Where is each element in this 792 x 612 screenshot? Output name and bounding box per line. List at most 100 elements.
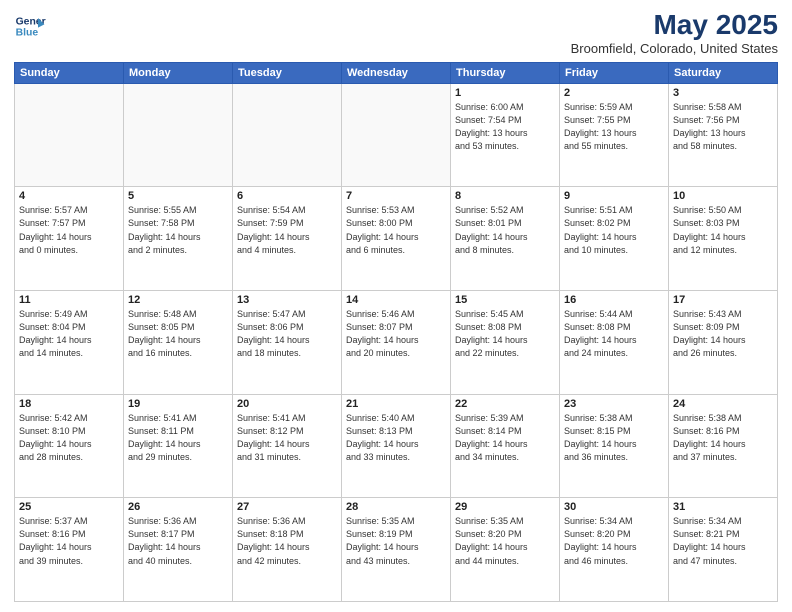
day-info: Sunrise: 5:50 AM Sunset: 8:03 PM Dayligh… — [673, 204, 773, 256]
calendar-week-row: 1 Sunrise: 6:00 AM Sunset: 7:54 PM Daylig… — [15, 83, 778, 187]
day-info: Sunrise: 5:53 AM Sunset: 8:00 PM Dayligh… — [346, 204, 446, 256]
calendar-cell — [342, 83, 451, 187]
calendar-cell: 7 Sunrise: 5:53 AM Sunset: 8:00 PM Daylig… — [342, 187, 451, 291]
day-info: Sunrise: 5:42 AM Sunset: 8:10 PM Dayligh… — [19, 412, 119, 464]
day-info: Sunrise: 5:41 AM Sunset: 8:12 PM Dayligh… — [237, 412, 337, 464]
calendar-cell: 19 Sunrise: 5:41 AM Sunset: 8:11 PM Dayli… — [124, 394, 233, 498]
day-number: 11 — [19, 294, 119, 306]
day-info: Sunrise: 5:45 AM Sunset: 8:08 PM Dayligh… — [455, 308, 555, 360]
calendar-cell: 27 Sunrise: 5:36 AM Sunset: 8:18 PM Dayli… — [233, 498, 342, 602]
calendar-title: May 2025 — [571, 10, 778, 41]
calendar-cell: 11Sunrise: 5:49 AM Sunset: 8:04 PM Dayli… — [15, 291, 124, 395]
day-number: 22 — [455, 398, 555, 410]
day-number: 2 — [564, 87, 664, 99]
day-info: Sunrise: 5:46 AM Sunset: 8:07 PM Dayligh… — [346, 308, 446, 360]
day-number: 23 — [564, 398, 664, 410]
day-info: Sunrise: 5:38 AM Sunset: 8:16 PM Dayligh… — [673, 412, 773, 464]
day-info: Sunrise: 5:44 AM Sunset: 8:08 PM Dayligh… — [564, 308, 664, 360]
day-number: 1 — [455, 87, 555, 99]
calendar-cell: 5 Sunrise: 5:55 AM Sunset: 7:58 PM Daylig… — [124, 187, 233, 291]
day-number: 14 — [346, 294, 446, 306]
day-number: 30 — [564, 501, 664, 513]
calendar-cell: 12Sunrise: 5:48 AM Sunset: 8:05 PM Dayli… — [124, 291, 233, 395]
col-sunday: Sunday — [15, 62, 124, 83]
calendar-cell: 15 Sunrise: 5:45 AM Sunset: 8:08 PM Dayli… — [451, 291, 560, 395]
day-number: 24 — [673, 398, 773, 410]
calendar-week-row: 11Sunrise: 5:49 AM Sunset: 8:04 PM Dayli… — [15, 291, 778, 395]
col-saturday: Saturday — [669, 62, 778, 83]
day-info: Sunrise: 5:54 AM Sunset: 7:59 PM Dayligh… — [237, 204, 337, 256]
day-number: 29 — [455, 501, 555, 513]
svg-text:Blue: Blue — [16, 28, 39, 39]
day-info: Sunrise: 5:34 AM Sunset: 8:20 PM Dayligh… — [564, 515, 664, 567]
day-info: Sunrise: 5:43 AM Sunset: 8:09 PM Dayligh… — [673, 308, 773, 360]
day-info: Sunrise: 5:55 AM Sunset: 7:58 PM Dayligh… — [128, 204, 228, 256]
day-info: Sunrise: 5:37 AM Sunset: 8:16 PM Dayligh… — [19, 515, 119, 567]
title-block: May 2025 Broomfield, Colorado, United St… — [571, 10, 778, 56]
day-number: 3 — [673, 87, 773, 99]
calendar-cell: 25 Sunrise: 5:37 AM Sunset: 8:16 PM Dayli… — [15, 498, 124, 602]
day-info: Sunrise: 5:36 AM Sunset: 8:18 PM Dayligh… — [237, 515, 337, 567]
calendar-cell: 2 Sunrise: 5:59 AM Sunset: 7:55 PM Daylig… — [560, 83, 669, 187]
calendar-cell: 9Sunrise: 5:51 AM Sunset: 8:02 PM Daylig… — [560, 187, 669, 291]
day-number: 9 — [564, 190, 664, 202]
calendar-cell: 17 Sunrise: 5:43 AM Sunset: 8:09 PM Dayli… — [669, 291, 778, 395]
calendar-cell: 8 Sunrise: 5:52 AM Sunset: 8:01 PM Daylig… — [451, 187, 560, 291]
col-wednesday: Wednesday — [342, 62, 451, 83]
calendar-cell: 21 Sunrise: 5:40 AM Sunset: 8:13 PM Dayli… — [342, 394, 451, 498]
logo: General Blue — [14, 10, 48, 42]
calendar-cell: 6 Sunrise: 5:54 AM Sunset: 7:59 PM Daylig… — [233, 187, 342, 291]
calendar-cell: 10 Sunrise: 5:50 AM Sunset: 8:03 PM Dayli… — [669, 187, 778, 291]
logo-icon: General Blue — [14, 10, 46, 42]
day-number: 7 — [346, 190, 446, 202]
calendar-cell — [233, 83, 342, 187]
day-info: Sunrise: 5:39 AM Sunset: 8:14 PM Dayligh… — [455, 412, 555, 464]
day-number: 21 — [346, 398, 446, 410]
calendar-cell: 23Sunrise: 5:38 AM Sunset: 8:15 PM Dayli… — [560, 394, 669, 498]
calendar-cell: 1 Sunrise: 6:00 AM Sunset: 7:54 PM Daylig… — [451, 83, 560, 187]
day-number: 4 — [19, 190, 119, 202]
day-number: 15 — [455, 294, 555, 306]
day-number: 8 — [455, 190, 555, 202]
calendar-cell: 31Sunrise: 5:34 AM Sunset: 8:21 PM Dayli… — [669, 498, 778, 602]
day-info: Sunrise: 5:52 AM Sunset: 8:01 PM Dayligh… — [455, 204, 555, 256]
day-number: 12 — [128, 294, 228, 306]
day-info: Sunrise: 5:58 AM Sunset: 7:56 PM Dayligh… — [673, 101, 773, 153]
calendar-cell: 14 Sunrise: 5:46 AM Sunset: 8:07 PM Dayli… — [342, 291, 451, 395]
col-monday: Monday — [124, 62, 233, 83]
calendar-subtitle: Broomfield, Colorado, United States — [571, 41, 778, 56]
day-number: 25 — [19, 501, 119, 513]
day-number: 18 — [19, 398, 119, 410]
calendar-cell: 24 Sunrise: 5:38 AM Sunset: 8:16 PM Dayli… — [669, 394, 778, 498]
day-number: 5 — [128, 190, 228, 202]
page: General Blue May 2025 Broomfield, Colora… — [0, 0, 792, 612]
calendar-cell — [15, 83, 124, 187]
calendar-cell: 28Sunrise: 5:35 AM Sunset: 8:19 PM Dayli… — [342, 498, 451, 602]
calendar-week-row: 4Sunrise: 5:57 AM Sunset: 7:57 PM Daylig… — [15, 187, 778, 291]
day-number: 27 — [237, 501, 337, 513]
day-info: Sunrise: 5:36 AM Sunset: 8:17 PM Dayligh… — [128, 515, 228, 567]
day-number: 6 — [237, 190, 337, 202]
day-info: Sunrise: 6:00 AM Sunset: 7:54 PM Dayligh… — [455, 101, 555, 153]
calendar-cell: 26 Sunrise: 5:36 AM Sunset: 8:17 PM Dayli… — [124, 498, 233, 602]
day-info: Sunrise: 5:40 AM Sunset: 8:13 PM Dayligh… — [346, 412, 446, 464]
day-number: 10 — [673, 190, 773, 202]
calendar-cell: 18 Sunrise: 5:42 AM Sunset: 8:10 PM Dayli… — [15, 394, 124, 498]
calendar-cell — [124, 83, 233, 187]
day-number: 19 — [128, 398, 228, 410]
day-number: 26 — [128, 501, 228, 513]
header: General Blue May 2025 Broomfield, Colora… — [14, 10, 778, 56]
day-number: 17 — [673, 294, 773, 306]
day-number: 28 — [346, 501, 446, 513]
day-info: Sunrise: 5:59 AM Sunset: 7:55 PM Dayligh… — [564, 101, 664, 153]
day-number: 16 — [564, 294, 664, 306]
day-info: Sunrise: 5:41 AM Sunset: 8:11 PM Dayligh… — [128, 412, 228, 464]
day-info: Sunrise: 5:47 AM Sunset: 8:06 PM Dayligh… — [237, 308, 337, 360]
calendar-body: 1 Sunrise: 6:00 AM Sunset: 7:54 PM Daylig… — [15, 83, 778, 601]
day-info: Sunrise: 5:35 AM Sunset: 8:20 PM Dayligh… — [455, 515, 555, 567]
calendar-cell: 13 Sunrise: 5:47 AM Sunset: 8:06 PM Dayli… — [233, 291, 342, 395]
calendar-week-row: 25 Sunrise: 5:37 AM Sunset: 8:16 PM Dayli… — [15, 498, 778, 602]
calendar-cell: 3 Sunrise: 5:58 AM Sunset: 7:56 PM Daylig… — [669, 83, 778, 187]
calendar-cell: 20Sunrise: 5:41 AM Sunset: 8:12 PM Dayli… — [233, 394, 342, 498]
day-number: 13 — [237, 294, 337, 306]
